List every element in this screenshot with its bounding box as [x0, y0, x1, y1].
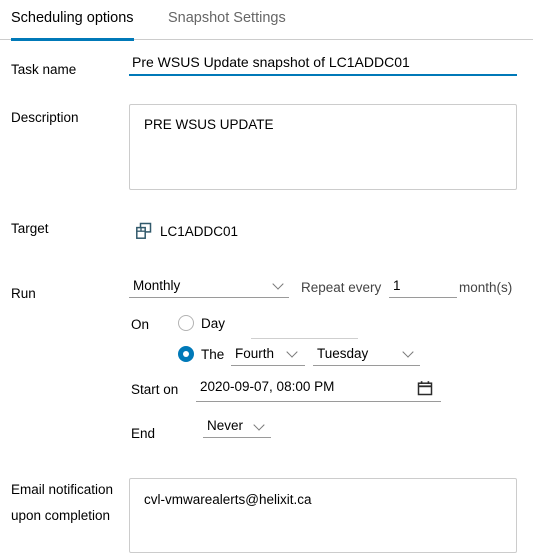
- on-the-weekday-select[interactable]: Tuesday: [313, 344, 420, 366]
- email-notification-label-line1: Email notification: [11, 482, 114, 497]
- on-day-number-input[interactable]: [251, 317, 358, 339]
- run-label: Run: [11, 286, 36, 301]
- virtual-machine-icon: [135, 222, 153, 240]
- calendar-icon[interactable]: [417, 380, 433, 396]
- radio-on-the-label: The: [201, 347, 225, 362]
- repeat-unit-label: month(s): [459, 280, 513, 295]
- email-notification-label: Email notification upon completion: [11, 477, 113, 529]
- email-notification-textarea[interactable]: cvl-vmwarealerts@helixit.ca: [129, 478, 517, 553]
- target-label: Target: [11, 221, 49, 236]
- description-textarea[interactable]: PRE WSUS UPDATE: [129, 104, 517, 190]
- tab-bar: Scheduling options Snapshot Settings: [0, 0, 533, 41]
- end-select[interactable]: Never: [203, 416, 271, 438]
- tab-scheduling-options[interactable]: Scheduling options: [11, 6, 134, 41]
- end-label: End: [131, 426, 156, 441]
- start-on-date-field[interactable]: 2020-09-07, 08:00 PM: [196, 378, 441, 402]
- repeat-every-input[interactable]: [389, 276, 457, 298]
- run-frequency-select[interactable]: Monthly: [129, 276, 289, 298]
- on-label: On: [131, 317, 150, 332]
- tab-snapshot-settings[interactable]: Snapshot Settings: [168, 6, 286, 41]
- radio-on-day-label: Day: [201, 316, 226, 331]
- radio-on-day[interactable]: [178, 315, 194, 331]
- description-label: Description: [11, 110, 79, 125]
- scheduling-options-panel: Scheduling options Snapshot Settings Tas…: [0, 0, 533, 553]
- task-name-field-wrap: [129, 52, 517, 78]
- target-value: LC1ADDC01: [160, 224, 239, 239]
- task-name-input[interactable]: [129, 52, 517, 76]
- on-the-ordinal-select[interactable]: Fourth: [231, 344, 305, 366]
- email-notification-label-line2: upon completion: [11, 508, 111, 523]
- task-name-label: Task name: [11, 62, 77, 77]
- radio-on-the[interactable]: [178, 346, 194, 362]
- repeat-every-label: Repeat every: [301, 280, 382, 295]
- start-on-value: 2020-09-07, 08:00 PM: [200, 379, 335, 394]
- start-on-label: Start on: [131, 382, 179, 397]
